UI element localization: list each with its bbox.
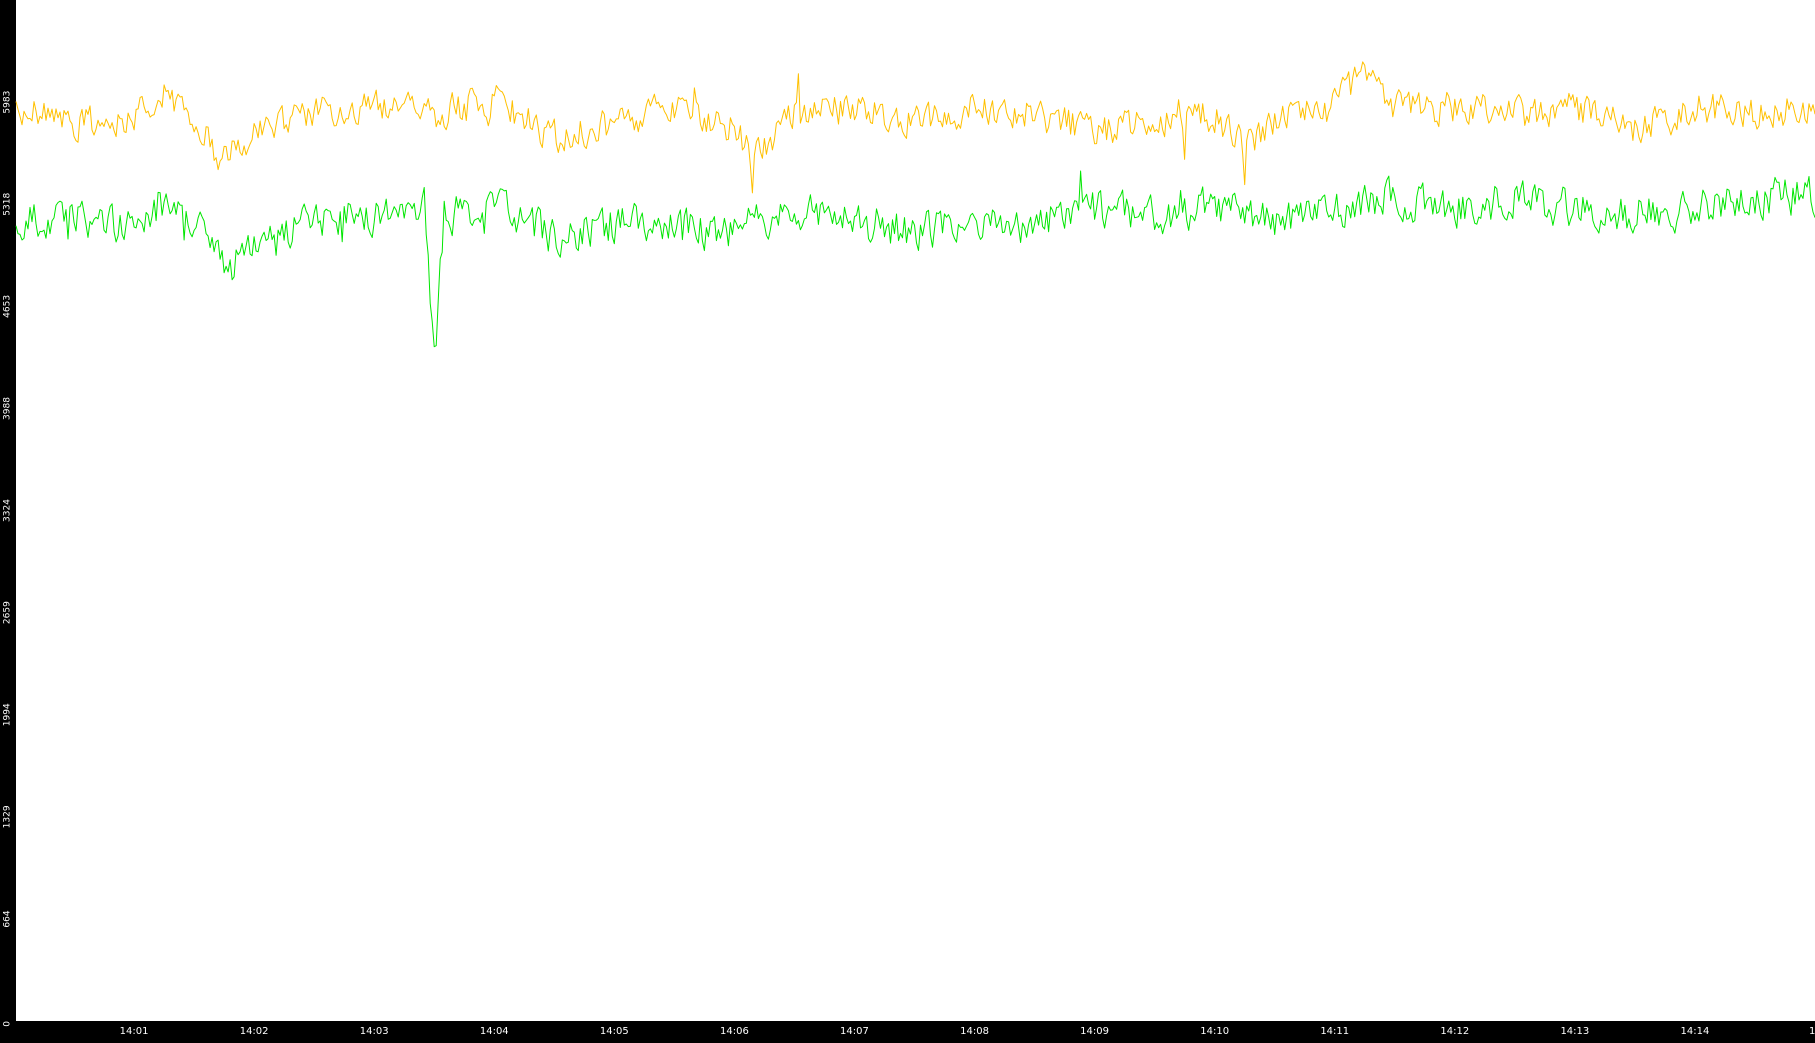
x-tick-label: 14:07 bbox=[840, 1026, 869, 1037]
x-tick-label: 14:13 bbox=[1560, 1026, 1589, 1037]
y-tick-label: 3324 bbox=[3, 499, 13, 522]
y-tick-label: 5983 bbox=[3, 91, 13, 114]
y-tick-label: 1329 bbox=[3, 805, 13, 828]
x-tick-label: 14:12 bbox=[1440, 1026, 1469, 1037]
plot-area bbox=[16, 0, 1815, 1021]
x-tick-label: 14:05 bbox=[600, 1026, 629, 1037]
x-tick-label: 14:09 bbox=[1080, 1026, 1109, 1037]
y-tick-label: 4653 bbox=[3, 295, 13, 318]
x-tick-label: 14:02 bbox=[240, 1026, 269, 1037]
x-tick-label: 14:08 bbox=[960, 1026, 989, 1037]
chart-container: 0664132919942659332439884653531859836648… bbox=[0, 0, 1815, 1039]
x-axis: 14:01 14:02 14:03 14:04 14:05 14:06 14:07 14:08… bbox=[120, 1026, 1815, 1037]
y-tick-label: 3988 bbox=[3, 397, 13, 420]
x-tick-label: 14:01 bbox=[120, 1026, 149, 1037]
x-tick-label: 14:11 bbox=[1320, 1026, 1349, 1037]
line-chart: 0664132919942659332439884653531859836648… bbox=[0, 0, 1815, 1039]
x-tick-label: 14:04 bbox=[480, 1026, 509, 1037]
y-tick-label: 1994 bbox=[3, 703, 13, 726]
y-tick-label: 5318 bbox=[3, 193, 13, 216]
x-tick-label: 14:03 bbox=[360, 1026, 389, 1037]
y-tick-label: 0 bbox=[3, 1021, 13, 1027]
x-tick-label: 14:06 bbox=[720, 1026, 749, 1037]
y-tick-label: 2659 bbox=[3, 601, 13, 624]
x-tick-label: 14:15 bbox=[1809, 1026, 1815, 1037]
y-tick-label: 664 bbox=[3, 910, 13, 927]
x-tick-label: 14:14 bbox=[1681, 1026, 1710, 1037]
x-tick-label: 14:10 bbox=[1200, 1026, 1229, 1037]
